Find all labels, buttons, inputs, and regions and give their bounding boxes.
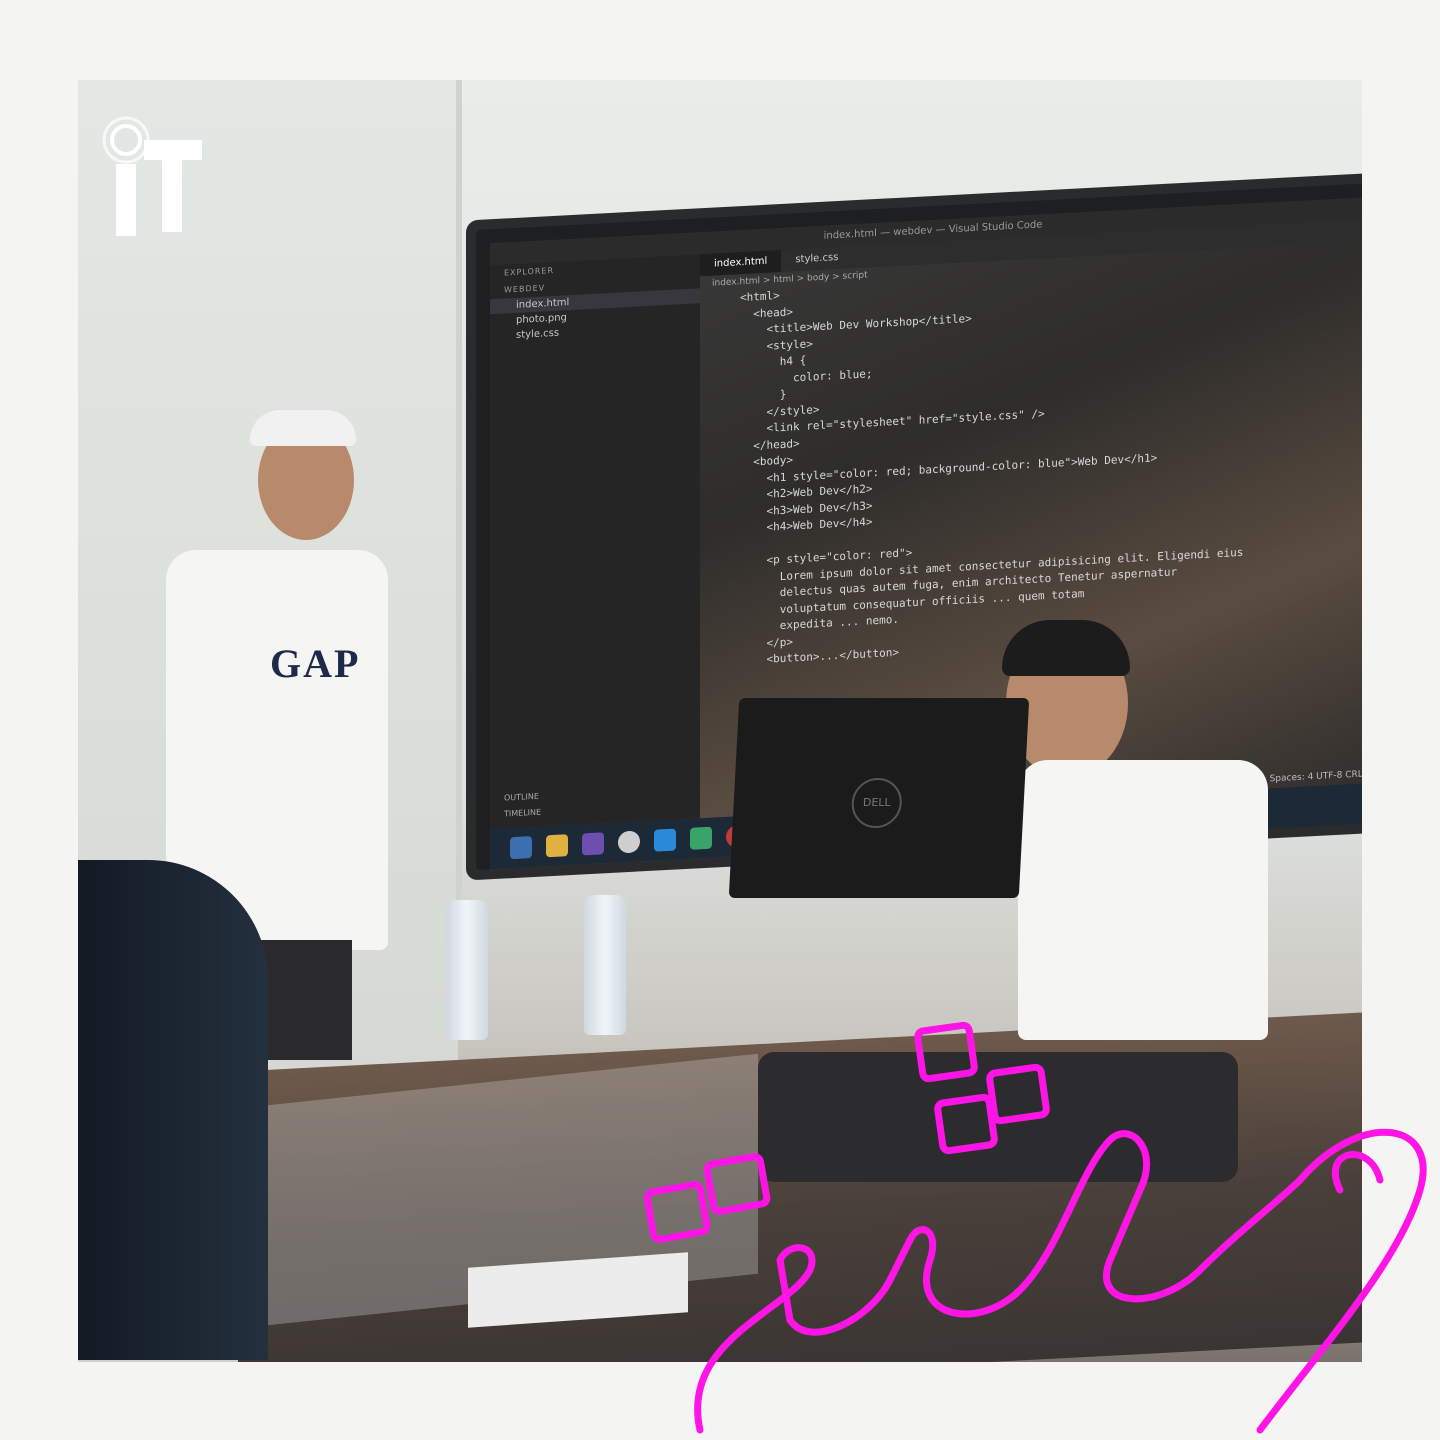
wall-corner — [456, 80, 462, 980]
water-bottle-2 — [584, 895, 626, 1035]
dell-logo: DELL — [850, 778, 904, 828]
water-bottle — [446, 900, 488, 1040]
explorer-sidebar: EXPLORER WEBDEV index.html photo.png sty… — [490, 254, 700, 830]
timeline-panel[interactable]: TIMELINE — [504, 805, 541, 823]
foreground-shoulder — [78, 860, 268, 1360]
app-icon[interactable] — [690, 826, 712, 850]
gap-logo: GAP — [270, 641, 361, 686]
cap — [250, 410, 356, 446]
calligraphy-overlay — [643, 1021, 1427, 1434]
chrome-icon[interactable] — [618, 830, 640, 854]
github-desktop-icon[interactable] — [582, 832, 604, 856]
it-logo: iT — [102, 116, 202, 236]
vscode-icon[interactable] — [654, 828, 676, 852]
windows-start-icon[interactable] — [510, 836, 532, 860]
laptop: DELL — [728, 698, 1030, 898]
outline-panel[interactable]: OUTLINE — [504, 789, 541, 807]
file-explorer-icon[interactable] — [546, 834, 568, 858]
seated-shirt — [1018, 760, 1268, 1040]
code-lines: <html> <head> <title>Web Dev Workshop</t… — [700, 257, 1362, 672]
